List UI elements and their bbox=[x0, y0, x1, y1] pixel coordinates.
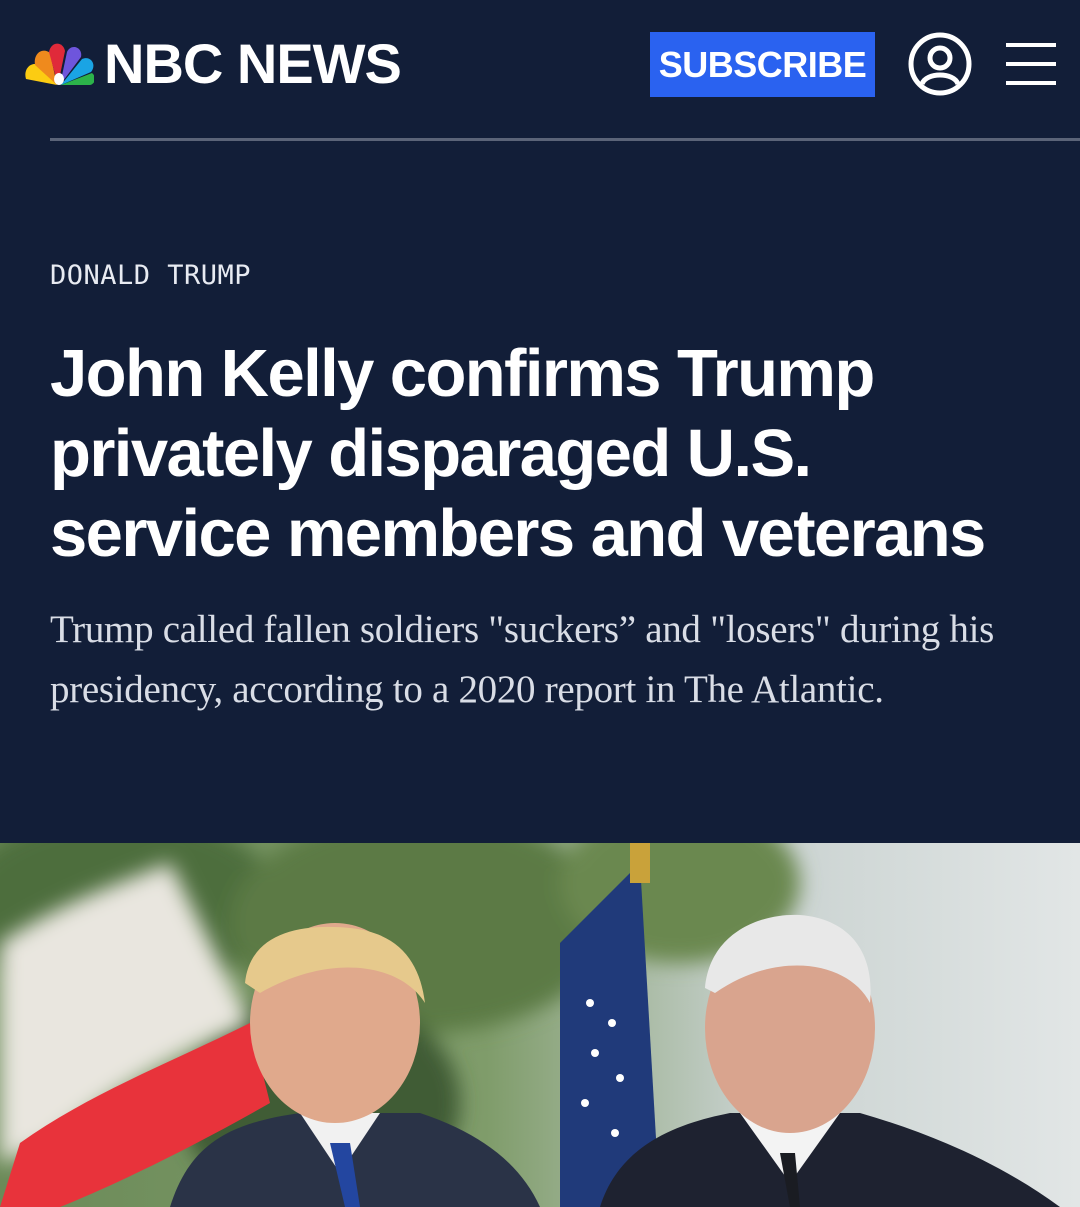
article-dek: Trump called fallen soldiers "suckers” a… bbox=[50, 608, 995, 711]
site-header: NBC NEWS SUBSCRIBE bbox=[0, 0, 1080, 128]
article-kicker[interactable]: DONALD TRUMP bbox=[50, 260, 251, 291]
hero-photo bbox=[0, 843, 1080, 1207]
header-divider bbox=[50, 138, 1080, 141]
logo-text: NBC NEWS bbox=[104, 32, 402, 95]
article-headline: John Kelly confirms Trump privately disp… bbox=[50, 336, 986, 571]
account-icon[interactable] bbox=[908, 32, 972, 96]
hero-image[interactable] bbox=[0, 843, 1080, 1207]
subscribe-button[interactable]: SUBSCRIBE bbox=[650, 32, 875, 97]
nbc-news-logo[interactable]: NBC NEWS bbox=[24, 32, 402, 95]
hamburger-menu-icon[interactable] bbox=[1006, 42, 1056, 86]
nbc-peacock-icon bbox=[25, 43, 94, 85]
